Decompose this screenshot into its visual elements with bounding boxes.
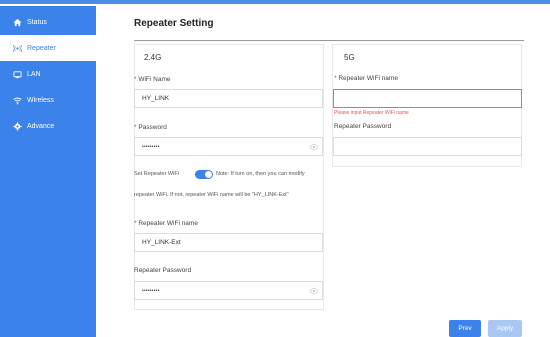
note-line-2: repeater WiFi. If not, repeater WiFi nam…	[134, 192, 289, 198]
repeater-icon	[12, 43, 22, 53]
repeater-name-5g-label: * Repeater WiFi name	[334, 75, 398, 82]
sidebar-item-label: Repeater	[27, 44, 56, 52]
sidebar-item-lan[interactable]: LAN	[0, 61, 96, 87]
repeater-name-label: * Repeater WiFi name	[134, 220, 198, 227]
sidebar-item-advance[interactable]: Advance	[0, 113, 96, 139]
eye-icon[interactable]	[310, 143, 318, 151]
sidebar-item-label: LAN	[27, 70, 41, 78]
set-repeater-label: Set Repeater WiFi	[134, 171, 179, 177]
panel-5g-heading: 5G	[344, 53, 355, 62]
wifi-name-label: * WiFi Name	[134, 76, 171, 83]
sidebar-item-repeater[interactable]: Repeater	[0, 35, 96, 61]
top-accent-bar	[0, 0, 550, 4]
repeater-password-5g-label: Repeater Password	[334, 123, 392, 130]
home-icon	[12, 17, 22, 27]
apply-button[interactable]: Apply	[488, 320, 522, 337]
repeater-name-5g-input[interactable]	[333, 89, 522, 108]
wifi-name-input[interactable]: HY_LINK	[134, 89, 323, 108]
lan-icon	[12, 69, 22, 79]
sidebar-item-wireless[interactable]: Wireless	[0, 87, 96, 113]
toggle-knob	[205, 171, 212, 178]
eye-icon[interactable]	[310, 287, 318, 295]
gear-icon	[12, 121, 22, 131]
password-input[interactable]: •••••••••	[134, 137, 323, 156]
sidebar-item-status[interactable]: Status	[0, 9, 96, 35]
page-title: Repeater Setting	[134, 18, 214, 29]
prev-button[interactable]: Prev	[449, 320, 481, 337]
sidebar-item-label: Advance	[27, 122, 55, 130]
wifi-icon	[12, 95, 22, 105]
repeater-name-5g-error: Please input Repeater WiFi name	[334, 110, 409, 116]
repeater-password-label: Repeater Password	[134, 267, 192, 274]
sidebar-item-label: Status	[27, 18, 47, 26]
sidebar-item-label: Wireless	[27, 96, 54, 104]
repeater-password-input[interactable]: •••••••••	[134, 281, 323, 300]
title-divider	[134, 40, 524, 41]
repeater-name-input[interactable]: HY_LINK-Ext	[134, 233, 323, 252]
repeater-password-5g-input[interactable]	[333, 137, 522, 156]
password-label: * Password	[134, 124, 167, 131]
sidebar: Status Repeater LAN Wireless Advance	[0, 6, 96, 337]
panel-2-4g-heading: 2.4G	[144, 53, 162, 62]
note-line-1: Note: If turn on, then you can modify	[216, 171, 305, 177]
set-repeater-toggle[interactable]	[195, 170, 213, 179]
